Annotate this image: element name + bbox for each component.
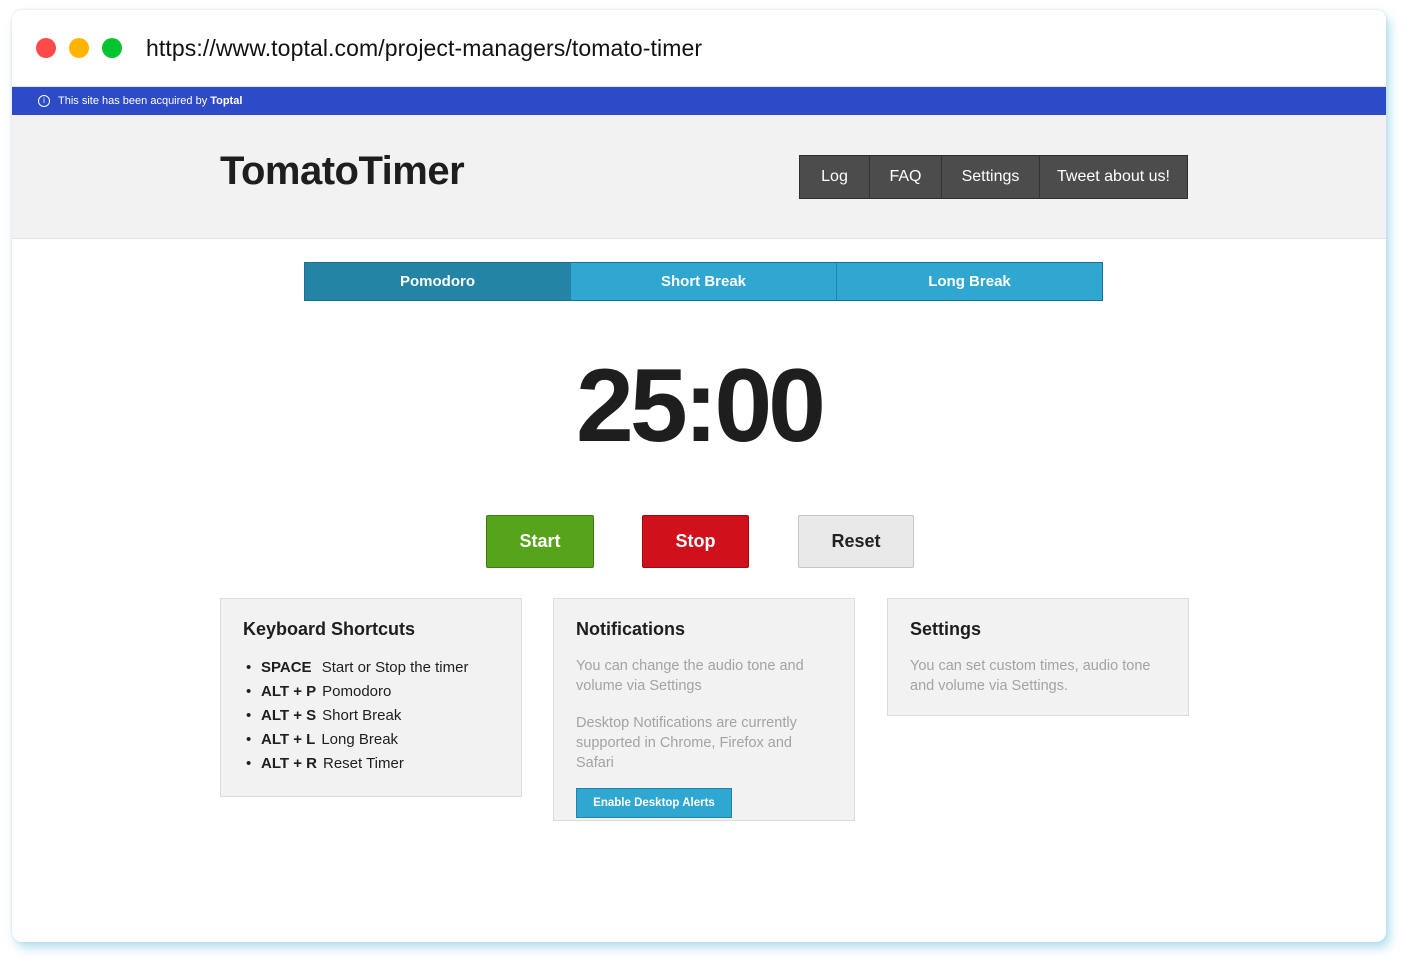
shortcut-action: Start or Stop the timer xyxy=(321,659,469,676)
stop-button[interactable]: Stop xyxy=(642,515,749,568)
nav-log-link[interactable]: Log xyxy=(800,156,870,198)
timer-mode-tabs: Pomodoro Short Break Long Break xyxy=(304,262,1103,301)
shortcut-item: ALT + L Long Break xyxy=(243,728,499,752)
shortcut-item: ALT + R Reset Timer xyxy=(243,752,499,776)
minimize-window-icon[interactable] xyxy=(69,38,89,58)
settings-text: You can set custom times, audio tone and… xyxy=(910,658,1151,694)
browser-toolbar: https://www.toptal.com/project-managers/… xyxy=(12,10,1386,87)
shortcuts-title: Keyboard Shortcuts xyxy=(243,619,416,639)
settings-title: Settings xyxy=(910,619,982,639)
nav-tweet-link[interactable]: Tweet about us! xyxy=(1040,156,1187,198)
browser-window: https://www.toptal.com/project-managers/… xyxy=(12,10,1386,942)
shortcut-item: ALT + P Pomodoro xyxy=(243,680,499,704)
address-bar[interactable]: https://www.toptal.com/project-managers/… xyxy=(146,35,702,62)
timer-display: 25:00 xyxy=(576,348,826,464)
notifications-support-text: Desktop Notifications are currently supp… xyxy=(576,715,797,771)
shortcut-action: Long Break xyxy=(321,731,399,748)
tab-short-break[interactable]: Short Break xyxy=(571,263,837,300)
notifications-panel: Notifications You can change the audio t… xyxy=(553,598,855,821)
nav-faq-link[interactable]: FAQ xyxy=(870,156,942,198)
reset-button[interactable]: Reset xyxy=(798,515,914,568)
site-header: TomatoTimer Log FAQ Settings Tweet about… xyxy=(12,115,1386,239)
enable-desktop-alerts-button[interactable]: Enable Desktop Alerts xyxy=(576,788,732,818)
shortcut-item: ALT + S Short Break xyxy=(243,704,499,728)
shortcut-key: ALT + R xyxy=(261,755,317,772)
shortcut-key: ALT + P xyxy=(261,683,317,700)
top-navigation: Log FAQ Settings Tweet about us! xyxy=(799,155,1188,199)
notifications-audio-text: You can change the audio tone and volume… xyxy=(576,658,804,694)
tab-pomodoro[interactable]: Pomodoro xyxy=(305,263,571,300)
acquisition-banner: i This site has been acquired by Toptal xyxy=(12,87,1386,115)
close-window-icon[interactable] xyxy=(36,38,56,58)
notifications-title: Notifications xyxy=(576,619,686,639)
shortcut-list: SPACE Start or Stop the timer ALT + P Pom… xyxy=(243,656,499,776)
banner-text: This site has been acquired by xyxy=(58,95,208,107)
shortcut-action: Reset Timer xyxy=(322,755,404,772)
site-logo[interactable]: TomatoTimer xyxy=(220,149,465,194)
settings-panel: Settings You can set custom times, audio… xyxy=(887,598,1189,716)
shortcut-action: Pomodoro xyxy=(322,683,392,700)
maximize-window-icon[interactable] xyxy=(102,38,122,58)
tab-long-break[interactable]: Long Break xyxy=(837,263,1102,300)
info-icon: i xyxy=(38,95,50,107)
start-button[interactable]: Start xyxy=(486,515,594,568)
shortcut-action: Short Break xyxy=(322,707,402,724)
banner-brand[interactable]: Toptal xyxy=(210,95,242,107)
nav-settings-link[interactable]: Settings xyxy=(942,156,1040,198)
shortcut-key: ALT + L xyxy=(261,731,316,748)
shortcut-item: SPACE Start or Stop the timer xyxy=(243,656,499,680)
shortcut-key: ALT + S xyxy=(261,707,317,724)
keyboard-shortcuts-panel: Keyboard Shortcuts SPACE Start or Stop t… xyxy=(220,598,522,797)
shortcut-key: SPACE xyxy=(261,659,312,676)
